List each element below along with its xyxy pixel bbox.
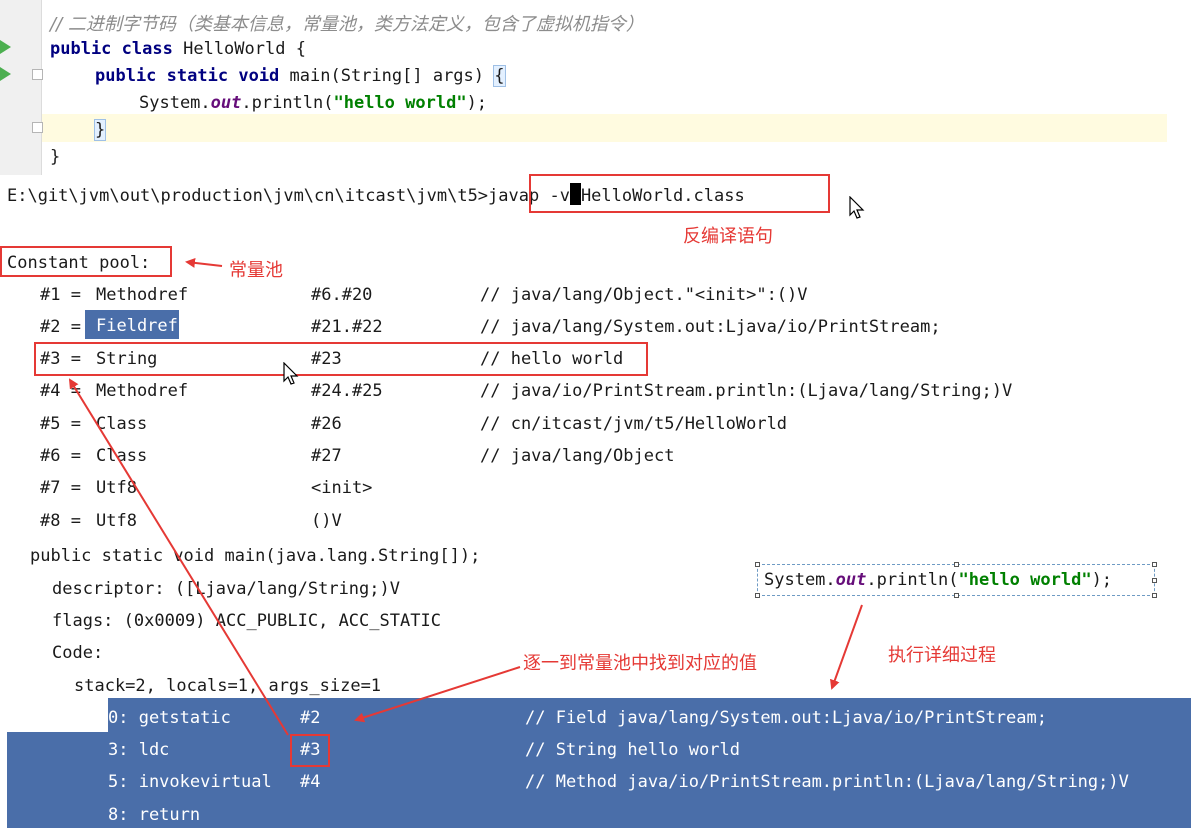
arrow-icon xyxy=(185,257,223,268)
arrow-icon xyxy=(354,666,521,723)
annotation-arrows xyxy=(68,257,863,736)
arrow-icon xyxy=(68,378,289,736)
mouse-pointer-icon xyxy=(283,362,299,385)
arrow-icon xyxy=(830,604,863,690)
mouse-pointer-icon xyxy=(849,196,865,219)
